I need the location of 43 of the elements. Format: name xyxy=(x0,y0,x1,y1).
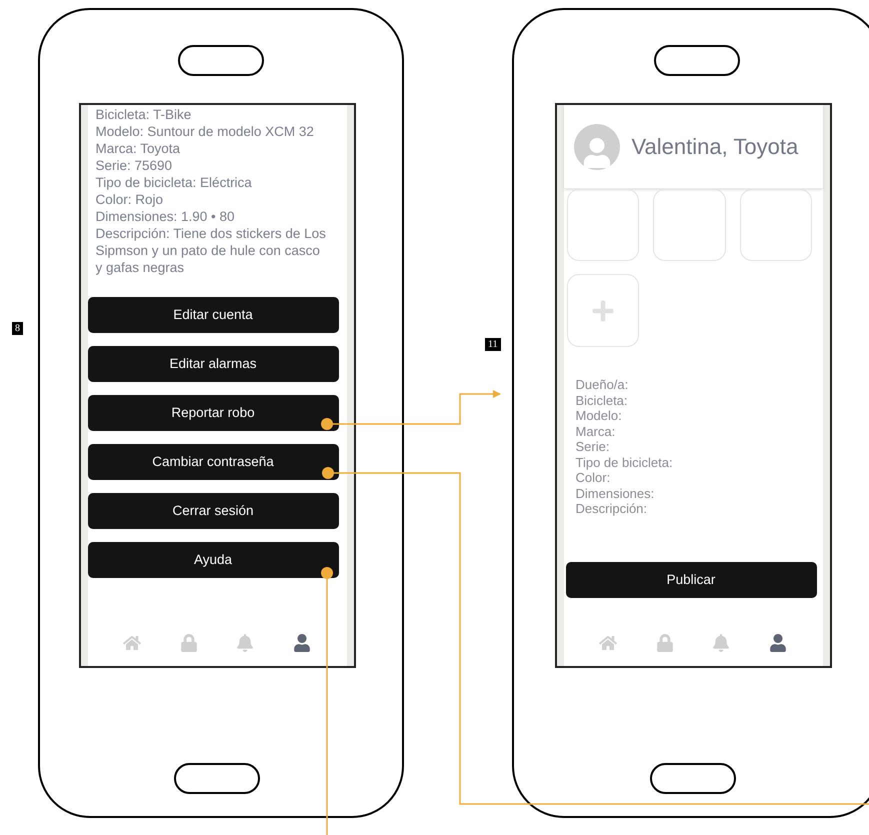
menu-button[interactable]: Reportar robo xyxy=(88,395,338,431)
publish-button[interactable]: Publicar xyxy=(566,562,816,598)
detail-text: Bicicleta: T-Bike xyxy=(96,106,192,123)
detail-text: Descripción: Tiene dos stickers de Los Sipmson y un pato de hule con casco y gafas negras xyxy=(96,225,327,276)
avatar-icon xyxy=(574,124,620,170)
page-number-badge: 8 xyxy=(12,322,23,335)
detail-text: Tipo de bicicleta: Eléctrica xyxy=(96,174,253,191)
bell-icon[interactable] xyxy=(712,634,730,652)
menu-button[interactable]: Editar alarmas xyxy=(88,346,338,382)
detail-text: Marca: Toyota xyxy=(96,140,182,157)
menu-button[interactable]: Editar cuenta xyxy=(88,297,338,333)
field-label: Tipo de bicicleta: xyxy=(576,454,674,470)
menu-button[interactable]: Cambiar contraseña xyxy=(88,444,338,480)
menu-button[interactable]: Ayuda xyxy=(88,542,338,578)
field-label: Bicicleta: xyxy=(576,392,629,408)
field-label: Modelo: xyxy=(576,408,623,424)
detail-text: Dimensiones: 1.90 • 80 xyxy=(96,208,236,225)
detail-text: Modelo: Suntour de modelo XCM 32 xyxy=(96,123,315,140)
home-icon[interactable] xyxy=(598,634,617,652)
page-number-badge: 11 xyxy=(485,338,501,351)
home-button[interactable] xyxy=(650,763,736,794)
detail-text: Serie: 75690 xyxy=(96,157,174,174)
detail-text: Color: Rojo xyxy=(96,191,164,208)
user-icon[interactable] xyxy=(769,634,788,652)
field-label: Descripción: xyxy=(576,501,648,516)
home-icon[interactable] xyxy=(122,634,141,652)
photo-slot[interactable] xyxy=(566,189,640,261)
field-label: Color: xyxy=(576,470,612,486)
plus-icon xyxy=(590,298,615,322)
menu-button[interactable]: Cerrar sesión xyxy=(88,493,338,529)
field-label: Serie: xyxy=(576,439,610,454)
add-photo-button[interactable] xyxy=(566,274,640,347)
lock-icon[interactable] xyxy=(180,634,198,652)
photo-slot[interactable] xyxy=(653,189,726,261)
home-button[interactable] xyxy=(174,763,260,794)
photo-slot[interactable] xyxy=(740,189,812,261)
user-icon[interactable] xyxy=(293,634,312,652)
field-label: Marca: xyxy=(576,424,616,439)
field-label: Dueño/a: xyxy=(576,377,630,392)
profile-name: Valentina, Toyota xyxy=(632,133,798,161)
bell-icon[interactable] xyxy=(236,634,254,652)
lock-icon[interactable] xyxy=(656,634,674,652)
field-label: Dimensiones: xyxy=(576,486,656,501)
